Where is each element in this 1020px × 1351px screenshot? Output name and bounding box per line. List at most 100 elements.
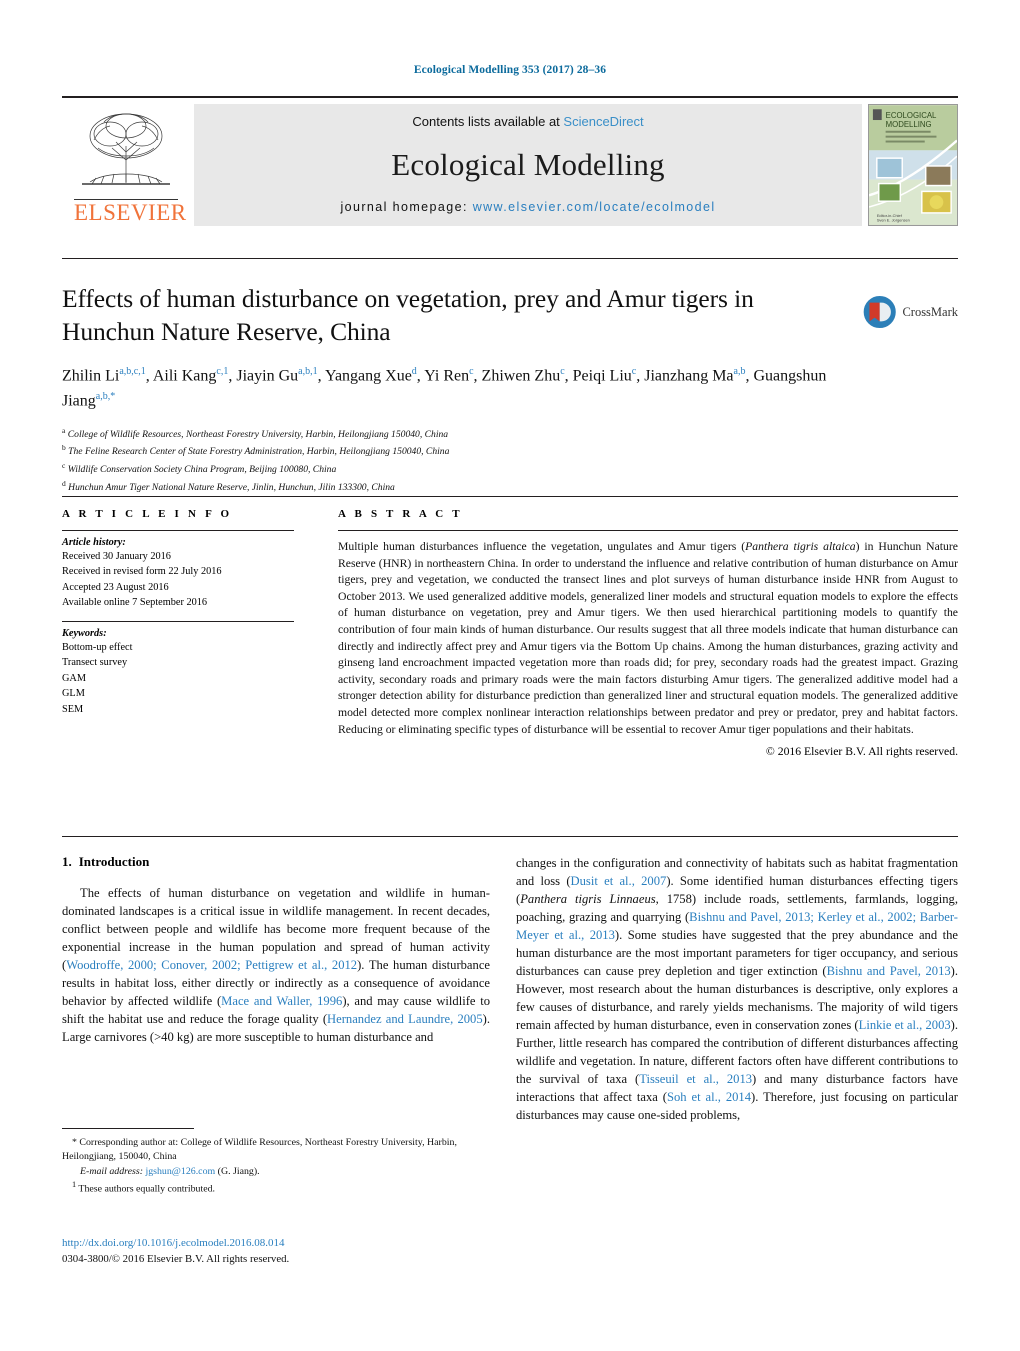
corresponding-author-note: * Corresponding author at: College of Wi…: [62, 1136, 490, 1165]
affiliation-item: c Wildlife Conservation Society China Pr…: [62, 460, 337, 476]
author-name: Jiayin Gu: [236, 367, 299, 385]
affiliation-item: b The Feline Research Center of State Fo…: [62, 443, 450, 458]
keyword-item: GLM: [62, 688, 85, 700]
article-history-item: Accepted 23 August 2016: [62, 581, 169, 593]
title-divider: [62, 258, 958, 259]
journal-homepage-line: journal homepage: www.elsevier.com/locat…: [340, 200, 715, 214]
article-info-column: A R T I C L E I N F O Article history: R…: [62, 508, 294, 717]
abstract-heading: A B S T R A C T: [338, 508, 463, 520]
intro-paragraph-right: changes in the configuration and connect…: [516, 856, 959, 1122]
abstract-column: A B S T R A C T Multiple human disturban…: [338, 508, 958, 758]
citation-link[interactable]: Bishnu and Pavel, 2013; Kerley et al., 2…: [516, 910, 958, 942]
author-affiliation-marker: c: [469, 366, 474, 378]
article-page: Ecological Modelling 353 (2017) 28–36 EL…: [0, 0, 1020, 1351]
affiliation-list: a College of Wildlife Resources, Northea…: [62, 425, 852, 496]
footnote-block: * Corresponding author at: College of Wi…: [62, 1128, 490, 1197]
crossmark-badge[interactable]: CrossMark: [862, 282, 958, 342]
affiliation-marker: c: [62, 460, 66, 470]
cover-artwork: ECOLOGICAL MODELLING Editor-in-Chief Sve…: [869, 105, 957, 225]
section-title: Introduction: [78, 854, 150, 869]
citation-link[interactable]: Mace and Waller, 1996: [221, 994, 342, 1008]
author-affiliation-marker: c,1: [216, 366, 229, 378]
email-link[interactable]: jgshun@126.com: [145, 1166, 215, 1177]
info-mid-rule: [62, 620, 294, 622]
elsevier-wordmark: ELSEVIER: [74, 199, 187, 225]
citation-link[interactable]: Soh et al., 2014: [667, 1090, 751, 1104]
svg-text:ECOLOGICAL: ECOLOGICAL: [886, 111, 937, 120]
author-name: Yi Ren: [424, 367, 470, 385]
affiliation-marker: b: [62, 443, 66, 453]
citation-link[interactable]: Woodroffe, 2000; Conover, 2002; Pettigre…: [66, 958, 357, 972]
equal-contribution-note: 1 These authors equally contributed.: [62, 1179, 490, 1197]
info-top-rule: [62, 530, 294, 531]
citation-link[interactable]: Bishnu and Pavel, 2013: [827, 964, 951, 978]
corresponding-author-text: * Corresponding author at: College of Wi…: [62, 1137, 457, 1163]
article-info-heading: A R T I C L E I N F O: [62, 508, 233, 520]
article-history-item: Received 30 January 2016: [62, 551, 171, 562]
species-name: Panthera tigris Linnaeus: [520, 892, 656, 906]
journal-title: Ecological Modelling: [391, 146, 665, 182]
journal-masthead: ELSEVIER Contents lists available at Sci…: [62, 96, 958, 232]
body-divider: [62, 836, 958, 837]
abstract-text: Multiple human disturbances influence th…: [338, 540, 958, 736]
author-name: Aili Kang: [152, 367, 217, 385]
equal-contribution-text: These authors equally contributed.: [78, 1183, 215, 1195]
article-history-list: Received 30 January 2016 Received in revi…: [62, 549, 294, 611]
author-list: Zhilin Lia,b,c,1, Aili Kangc,1, Jiayin G…: [62, 366, 827, 410]
keyword-item: Transect survey: [62, 657, 128, 669]
journal-banner: Contents lists available at ScienceDirec…: [194, 104, 862, 226]
affiliation-marker: a: [62, 425, 66, 435]
intro-paragraph-left: The effects of human disturbance on vege…: [62, 886, 491, 1044]
journal-cover-thumbnail: ECOLOGICAL MODELLING Editor-in-Chief Sve…: [868, 104, 958, 226]
sciencedirect-link[interactable]: ScienceDirect: [563, 114, 643, 129]
keyword-item: Bottom-up effect: [62, 641, 133, 653]
citation-link[interactable]: Linkie et al., 2003: [859, 1018, 951, 1032]
species-name: Panthera tigris altaica: [745, 540, 856, 553]
citation-link[interactable]: Dusit et al., 2007: [571, 874, 667, 888]
homepage-label: journal homepage:: [340, 200, 468, 214]
body-column-right: changes in the configuration and connect…: [516, 854, 958, 1124]
svg-text:Sven E. Jorgensen: Sven E. Jorgensen: [877, 218, 910, 223]
issn-copyright-line: 0304-3800/© 2016 Elsevier B.V. All right…: [62, 1252, 290, 1265]
author-affiliation-marker: a,b,*: [95, 391, 116, 403]
contents-prefix: Contents lists available at: [412, 114, 560, 129]
elsevier-logo-block: ELSEVIER: [62, 104, 190, 226]
author-affiliation-marker: c: [560, 366, 565, 378]
doi-block: http://dx.doi.org/10.1016/j.ecolmodel.20…: [62, 1236, 490, 1268]
footnote-divider: [62, 1128, 194, 1129]
author-name: Peiqi Liu: [572, 367, 632, 385]
article-history-item: Received in revised form 22 July 2016: [62, 566, 222, 578]
doi-link[interactable]: http://dx.doi.org/10.1016/j.ecolmodel.20…: [62, 1236, 490, 1252]
author-name: Yangang Xue: [324, 367, 412, 385]
keywords-label: Keywords:: [62, 627, 107, 639]
author-name: Jianzhang Ma: [644, 367, 734, 385]
author-affiliation-marker: a,b,c,1: [119, 366, 146, 378]
author-name: Zhilin Li: [62, 367, 120, 385]
keywords-list: Bottom-up effect Transect survey GAM GLM SEM: [62, 640, 294, 717]
homepage-url-link[interactable]: www.elsevier.com/locate/ecolmodel: [473, 200, 716, 214]
email-note: E-mail address: jgshun@126.com (G. Jiang…: [62, 1165, 490, 1179]
keyword-item: SEM: [62, 703, 84, 715]
author-affiliation-marker: d: [411, 366, 417, 378]
citation-link[interactable]: Tisseuil et al., 2013: [639, 1072, 752, 1086]
equal-contribution-marker: 1: [72, 1180, 77, 1190]
svg-text:MODELLING: MODELLING: [886, 120, 932, 129]
section-number: 1.: [62, 854, 72, 869]
section-heading-introduction: 1. Introduction: [62, 854, 490, 870]
citation-link[interactable]: Hernandez and Laundre, 2005: [327, 1012, 483, 1026]
crossmark-label: CrossMark: [902, 304, 958, 319]
affiliation-item: a College of Wildlife Resources, Northea…: [62, 425, 449, 440]
author-name: Zhiwen Zhu: [481, 367, 561, 385]
email-label: E-mail address:: [80, 1165, 143, 1177]
body-column-left: 1. Introduction The effects of human dist…: [62, 854, 490, 1046]
author-affiliation-marker: a,b: [733, 366, 746, 378]
crossmark-icon: [862, 294, 898, 330]
author-affiliation-marker: a,b,1: [298, 366, 318, 378]
info-divider: [62, 496, 958, 497]
affiliation-marker: d: [62, 478, 66, 488]
affiliation-item: d Hunchun Amur Tiger National Nature Res…: [62, 478, 395, 493]
journal-running-head: Ecological Modelling 353 (2017) 28–36: [413, 64, 607, 76]
article-history-item: Available online 7 September 2016: [62, 597, 208, 609]
elsevier-tree-icon: [82, 113, 170, 185]
page-title: Effects of human disturbance on vegetati…: [62, 284, 754, 347]
